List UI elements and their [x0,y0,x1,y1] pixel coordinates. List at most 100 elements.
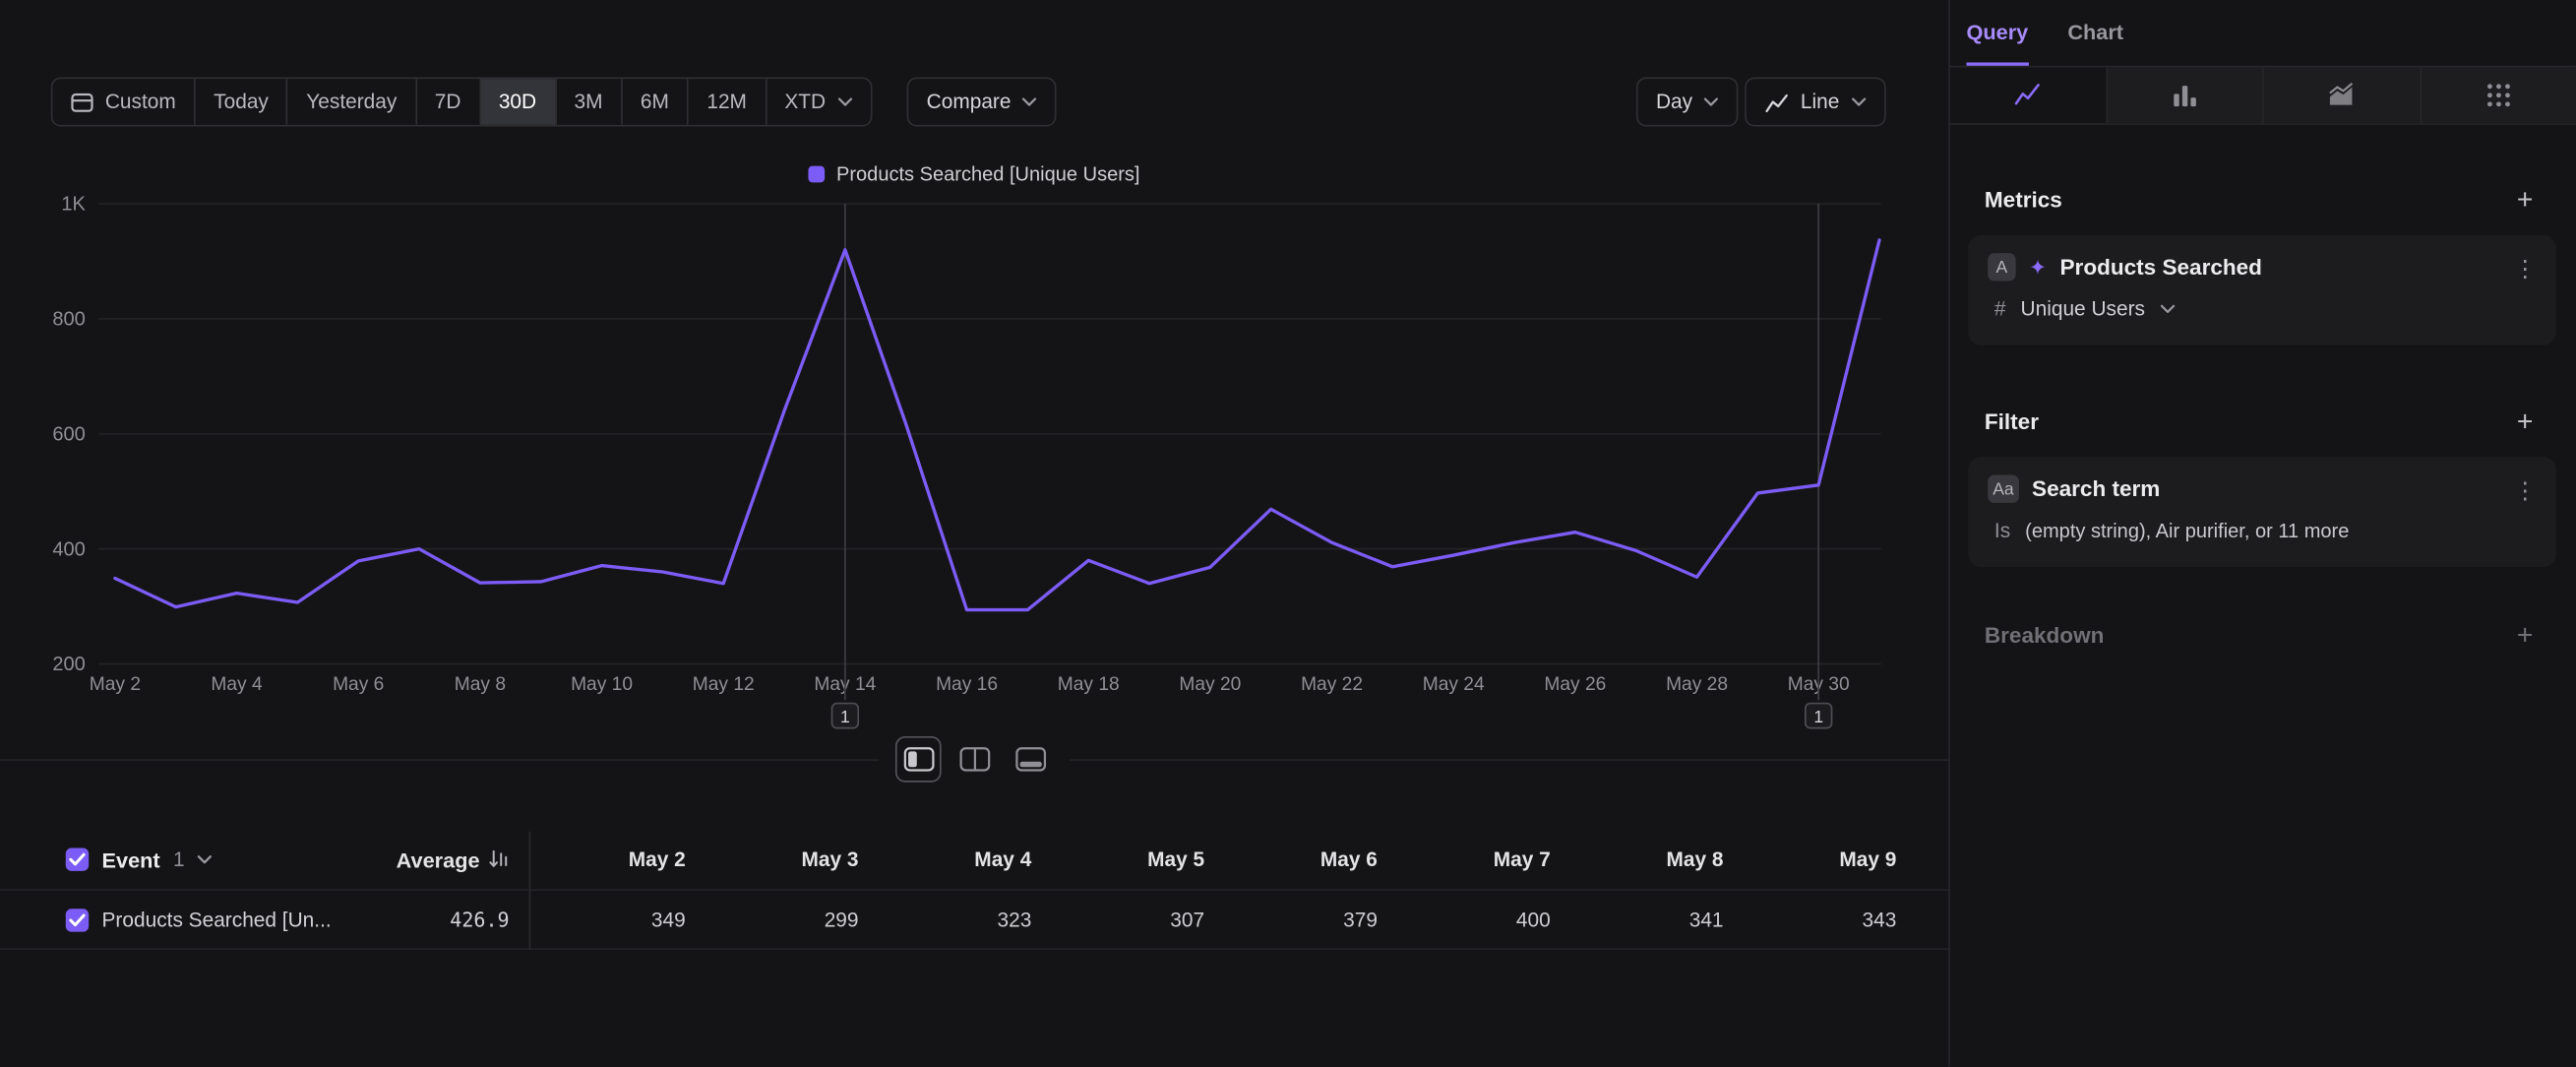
x-axis-tick: May 22 [1301,674,1363,695]
metric-card[interactable]: A ✦ Products Searched ⋮ # Unique Users [1968,235,2556,345]
table-value-cell: 323 [875,908,1048,930]
sidebar-tabs: Query Chart [1950,0,2576,66]
filter-type-badge: Aa [1988,475,2018,503]
chart-style-button[interactable]: Line [1745,77,1885,126]
vertical-split-icon [958,746,990,773]
chart-type-bar-chart[interactable] [2106,67,2262,123]
table-value-cell: 299 [702,908,875,930]
event-count: 1 [173,848,185,871]
x-axis-tick: May 18 [1058,674,1120,695]
chevron-down-icon [1022,97,1037,107]
bottom-panel-icon [1014,746,1046,773]
tab-chart[interactable]: Chart [2067,0,2123,66]
custom-date-icon [71,92,93,113]
results-table: Event 1 Average May 2May 3May 4May 5May … [0,830,1948,950]
chart-type-pivot-table[interactable] [2419,67,2575,123]
x-axis-tick: May 20 [1179,674,1241,695]
date-column-header: May 4 [875,848,1048,871]
chevron-down-icon [1851,97,1866,107]
breakdown-section-header: Breakdown + [1985,613,2534,656]
filter-operator[interactable]: Is [1994,520,2010,542]
date-range-3m[interactable]: 3M [554,79,620,125]
x-axis-tick: May 8 [455,674,506,695]
check-icon [69,853,86,866]
add-filter-icon[interactable]: + [2517,407,2534,434]
table-header-row: Event 1 Average May 2May 3May 4May 5May … [0,830,1948,891]
date-range-12m[interactable]: 12M [687,79,765,125]
date-range-7d[interactable]: 7D [415,79,479,125]
granularity-button[interactable]: Day [1636,77,1739,126]
series-name[interactable]: Products Searched [Un... [102,908,332,930]
filter-card[interactable]: Aa Search term ⋮ Is (empty string), Air … [1968,457,2556,567]
analytics-app: CustomTodayYesterday7D30D3M6M12MXTD Comp… [0,0,2576,1067]
date-range-xtd[interactable]: XTD [765,79,870,125]
x-axis-tick: May 26 [1544,674,1606,695]
chart-type-line-chart[interactable] [1950,67,2106,123]
date-column-header: May 2 [529,848,703,871]
date-range-yesterday[interactable]: Yesterday [286,79,414,125]
date-column-header: May 6 [1221,848,1394,871]
date-column-header: May 7 [1394,848,1567,871]
y-axis-tick: 200 [52,654,85,675]
add-metric-icon[interactable]: + [2517,185,2534,213]
date-range-today[interactable]: Today [194,79,286,125]
kebab-menu-icon[interactable]: ⋮ [2513,256,2536,279]
aggregation-selector[interactable]: Unique Users [2021,297,2145,320]
series-checkbox[interactable] [66,908,89,930]
table-row: Products Searched [Un... 426.9 349299323… [0,891,1948,950]
x-axis-tick: May 6 [333,674,384,695]
y-axis-tick: 1K [61,194,86,216]
date-range-6m[interactable]: 6M [621,79,687,125]
y-axis-tick: 600 [52,423,85,445]
filter-value[interactable]: (empty string), Air purifier, or 11 more [2025,520,2349,542]
stacked-chart-icon [2327,81,2357,110]
compare-label: Compare [927,91,1012,113]
compare-button[interactable]: Compare [907,77,1058,126]
line-chart-icon [2013,81,2043,110]
x-axis-tick: May 12 [693,674,755,695]
split-view-icon [902,746,934,773]
aggregation-prefix: # [1994,297,2006,320]
add-breakdown-icon[interactable]: + [2517,620,2534,648]
chevron-down-icon[interactable] [2160,304,2175,314]
average-header-cell: Average [378,847,529,872]
event-label[interactable]: Event [102,847,160,872]
average-label: Average [397,847,480,872]
table-value-cell: 400 [1394,908,1567,930]
y-axis-tick: 400 [52,538,85,560]
kebab-menu-icon[interactable]: ⋮ [2513,477,2536,500]
date-column-header: May 3 [702,848,875,871]
filter-property-name[interactable]: Search term [2032,476,2500,501]
date-range-custom[interactable]: Custom [52,79,194,125]
view-toggle-chart-only[interactable] [951,736,998,783]
filter-section-header: Filter + [1985,400,2534,442]
x-axis-tick: May 16 [936,674,998,695]
chevron-down-icon[interactable] [198,854,213,864]
date-column-header: May 8 [1566,848,1740,871]
breakdown-heading: Breakdown [1985,622,2105,647]
date-column-header: May 9 [1740,848,1913,871]
main-panel: CustomTodayYesterday7D30D3M6M12MXTD Comp… [0,0,1950,1067]
view-toggle-split[interactable] [895,736,942,783]
line-chart: 2004006008001KMay 2May 4May 6May 8May 10… [0,148,1948,747]
chart-type-stacked-chart[interactable] [2262,67,2419,123]
date-column-header: May 5 [1048,848,1221,871]
x-axis-tick: May 2 [90,674,141,695]
series-line[interactable] [115,240,1879,610]
line-chart-icon [1764,92,1789,113]
x-axis-tick: May 28 [1666,674,1728,695]
table-value-cell: 379 [1221,908,1394,930]
table-value-cell: 343 [1740,908,1913,930]
check-icon [69,912,86,925]
metric-name[interactable]: Products Searched [2060,255,2501,280]
chart-type-selector [1950,66,2576,125]
tab-query[interactable]: Query [1967,0,2029,66]
metrics-heading: Metrics [1985,186,2062,211]
series-name-cell: Products Searched [Un... [0,908,378,930]
date-range-30d[interactable]: 30D [479,79,555,125]
x-axis-tick: May 24 [1423,674,1485,695]
view-toggle-table-only[interactable] [1007,736,1053,783]
event-sparkle-icon: ✦ [2029,256,2047,278]
event-checkbox[interactable] [66,848,89,871]
sort-icon[interactable] [488,849,510,869]
